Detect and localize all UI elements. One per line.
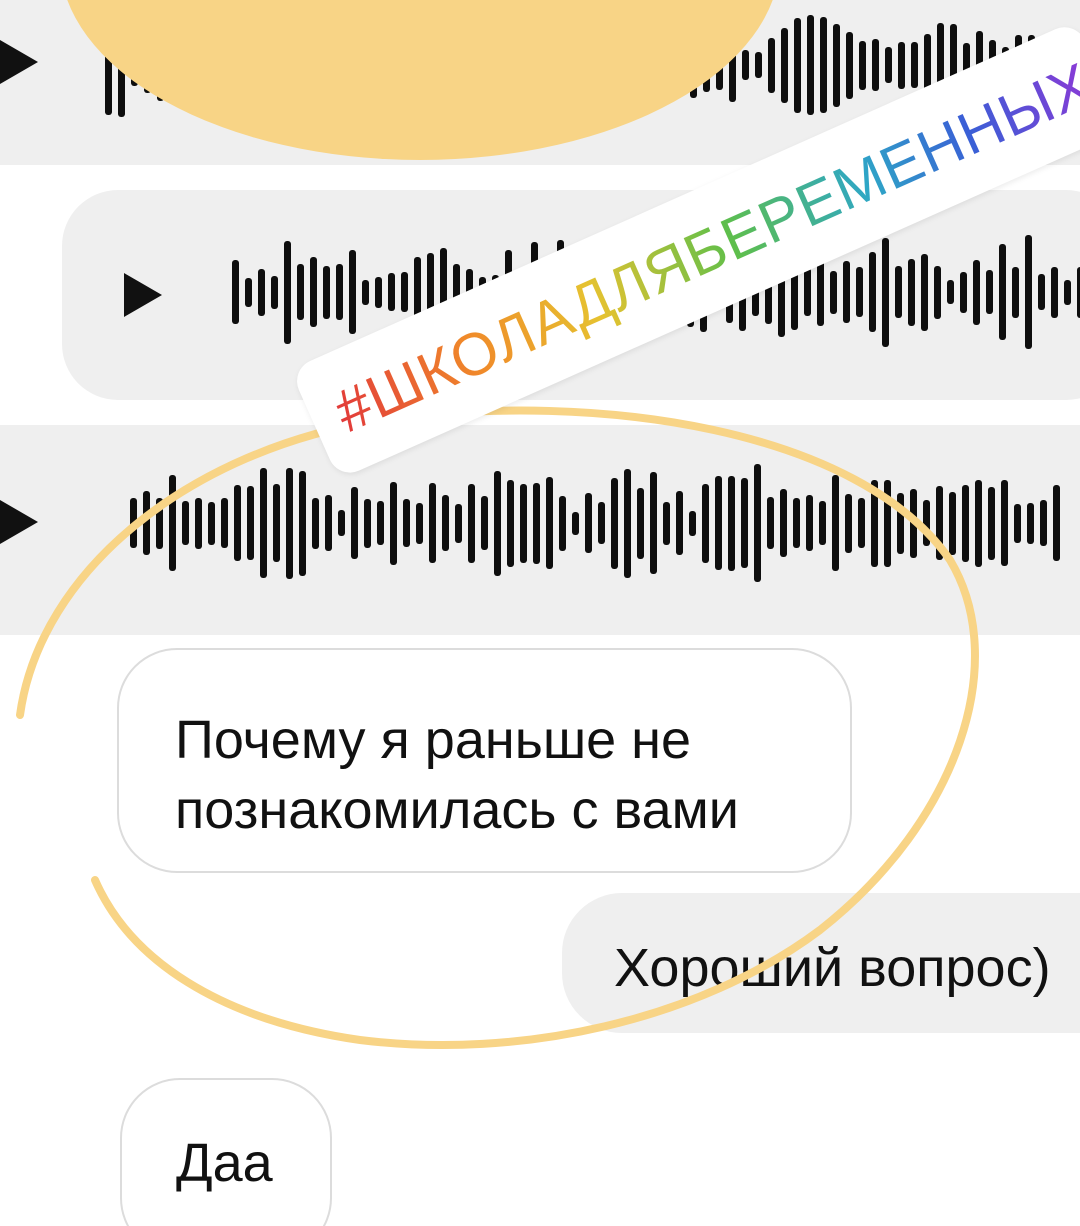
chat-screenshot: Почему я раньше не познакомилась с вами … [0, 0, 1080, 1226]
